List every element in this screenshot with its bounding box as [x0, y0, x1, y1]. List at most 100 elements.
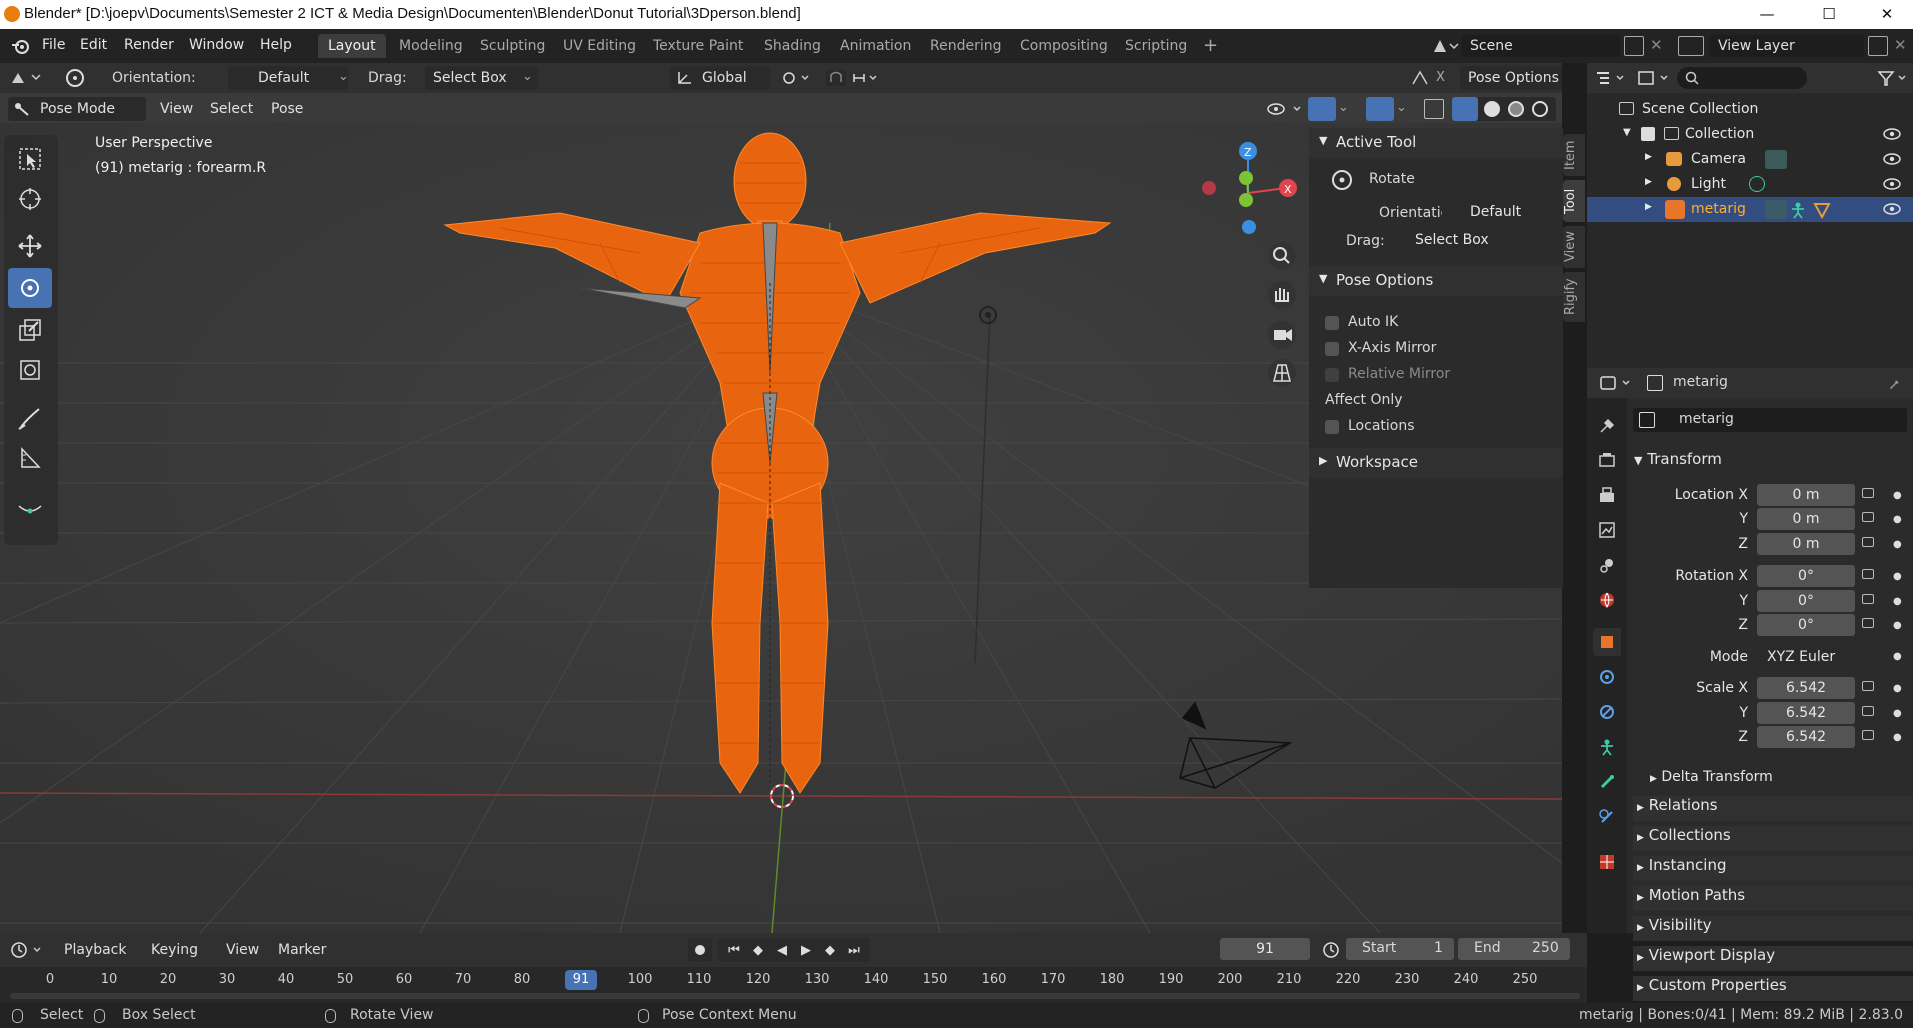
orientation-dropdown[interactable]: Default — [228, 66, 348, 90]
outliner-item-metarig[interactable]: ▶ metarig — [1587, 197, 1913, 222]
render-properties-tab[interactable] — [1593, 446, 1621, 474]
locations-checkbox[interactable] — [1325, 420, 1339, 434]
physics-properties-tab[interactable] — [1593, 698, 1621, 726]
solid-shading-icon[interactable] — [1484, 101, 1500, 117]
viewport-menu-pose[interactable]: Pose — [263, 97, 311, 121]
pose-icon[interactable] — [1789, 201, 1807, 219]
tab-rigify[interactable]: Rigify — [1563, 272, 1585, 322]
view-layer-properties-tab[interactable] — [1593, 516, 1621, 544]
tab-compositing[interactable]: Compositing — [1010, 34, 1118, 58]
keyframe-dot-icon[interactable]: ● — [1893, 621, 1902, 631]
collection-row[interactable]: ▼ Collection — [1587, 122, 1913, 147]
lock-icon[interactable] — [1862, 512, 1874, 522]
lock-icon[interactable] — [1862, 594, 1874, 604]
world-properties-tab[interactable] — [1593, 586, 1621, 614]
add-workspace-button[interactable]: + — [1193, 34, 1228, 58]
keyframe-dot-icon[interactable]: ● — [1893, 515, 1902, 525]
tool-properties-tab[interactable] — [1593, 412, 1621, 440]
tab-layout[interactable]: Layout — [318, 34, 386, 58]
keyframe-dot-icon[interactable]: ● — [1893, 709, 1902, 719]
keying-menu[interactable]: Keying — [143, 938, 206, 962]
lock-icon[interactable] — [1862, 488, 1874, 498]
measure-tool[interactable] — [8, 438, 52, 478]
end-frame-field[interactable]: End 250 — [1458, 938, 1570, 960]
custom-properties-header[interactable]: ▶ Custom Properties — [1633, 976, 1913, 1001]
visibility-icon[interactable] — [1266, 100, 1306, 118]
location-x-field[interactable]: 0 m — [1757, 484, 1855, 506]
rotate-tool[interactable] — [8, 268, 52, 308]
zoom-icon[interactable] — [1268, 242, 1296, 270]
lock-icon[interactable] — [1862, 681, 1874, 691]
blender-menu-icon[interactable] — [10, 37, 30, 55]
rotate-tool-icon[interactable] — [62, 67, 88, 89]
keyframe-dot-icon[interactable]: ● — [1893, 540, 1902, 550]
pin-icon[interactable] — [1887, 375, 1903, 391]
menu-file[interactable]: File — [42, 37, 65, 53]
rotation-z-field[interactable]: 0° — [1757, 614, 1855, 636]
tab-tool[interactable]: Tool — [1563, 180, 1585, 222]
play-reverse-icon[interactable]: ◀ — [770, 943, 794, 958]
perspective-toggle-icon[interactable] — [1268, 359, 1296, 387]
outliner-item-camera[interactable]: ▶ Camera — [1587, 147, 1913, 172]
expand-arrow-icon[interactable]: ▶ — [1645, 152, 1652, 162]
filter-icon[interactable] — [1877, 69, 1911, 87]
motion-paths-header[interactable]: ▶ Motion Paths — [1633, 886, 1913, 911]
bone-constraint-properties-tab[interactable] — [1593, 803, 1621, 831]
keyframe-dot-icon[interactable]: ● — [1893, 684, 1902, 694]
scale-tool[interactable] — [8, 310, 52, 350]
scene-browse-icon[interactable] — [1430, 36, 1460, 56]
expand-arrow-icon[interactable]: ▶ — [1645, 177, 1652, 187]
eye-icon[interactable] — [1883, 178, 1901, 190]
viewport-display-header[interactable]: ▶ Viewport Display — [1633, 946, 1913, 971]
maximize-button[interactable]: ☐ — [1806, 0, 1852, 29]
tab-uv-editing[interactable]: UV Editing — [553, 34, 646, 58]
tab-rendering[interactable]: Rendering — [920, 34, 1012, 58]
instancing-header[interactable]: ▶ Instancing — [1633, 856, 1913, 881]
xray-toggle-icon[interactable] — [1424, 99, 1444, 119]
auto-ik-checkbox[interactable] — [1325, 316, 1339, 330]
timeline-ruler[interactable]: 0 10 20 30 40 50 60 70 80 91 100 110 120 130 140 150 160… — [0, 967, 1587, 1003]
marker-menu[interactable]: Marker — [270, 938, 334, 962]
delete-scene-icon[interactable]: ✕ — [1650, 36, 1663, 54]
timeline-scrollbar[interactable] — [10, 993, 1580, 999]
object-data-properties-tab[interactable] — [1593, 733, 1621, 761]
rotation-mode-dropdown[interactable]: XYZ Euler — [1757, 646, 1857, 668]
keyframe-dot-icon[interactable]: ● — [1893, 597, 1902, 607]
keyframe-dot-icon[interactable]: ● — [1893, 572, 1902, 582]
tab-modeling[interactable]: Modeling — [389, 34, 473, 58]
jump-keyframe-forward-icon[interactable]: ◆ — [818, 943, 842, 958]
mesh-data-icon[interactable] — [1813, 201, 1831, 219]
expand-arrow-icon[interactable]: ▼ — [1623, 127, 1631, 138]
pose-options-header[interactable]: ▼ Pose Options — [1309, 266, 1563, 296]
playback-menu[interactable]: Playback — [56, 938, 134, 962]
eye-icon[interactable] — [1883, 128, 1901, 140]
drag-dropdown[interactable]: Select Box — [1405, 229, 1557, 251]
timeline-view-menu[interactable]: View — [218, 938, 267, 962]
transform-header[interactable]: ▼ Transform — [1634, 450, 1722, 468]
scene-properties-tab[interactable] — [1593, 551, 1621, 579]
pose-tool[interactable] — [8, 487, 52, 527]
select-box-tool[interactable] — [8, 139, 52, 179]
lock-icon[interactable] — [1862, 569, 1874, 579]
output-properties-tab[interactable] — [1593, 481, 1621, 509]
view-layer-browse-icon[interactable] — [1678, 36, 1704, 56]
tab-texture-paint[interactable]: Texture Paint — [643, 34, 753, 58]
menu-window[interactable]: Window — [189, 37, 244, 53]
delta-transform-header[interactable]: ▶ Delta Transform — [1650, 769, 1773, 785]
scale-z-field[interactable]: 6.542 — [1757, 726, 1855, 748]
properties-editor-icon[interactable] — [1599, 374, 1635, 392]
tab-item[interactable]: Item — [1563, 134, 1585, 176]
object-properties-tab[interactable] — [1593, 628, 1621, 656]
armature-data-icon[interactable] — [1765, 200, 1787, 219]
pose-options-dropdown[interactable]: Pose Options — [1460, 66, 1562, 90]
scene-collection-row[interactable]: Scene Collection — [1587, 97, 1913, 122]
play-icon[interactable]: ▶ — [794, 943, 818, 958]
close-window-button[interactable]: ✕ — [1864, 0, 1910, 29]
view-layer-field[interactable]: View Layer — [1710, 35, 1864, 57]
delete-view-layer-icon[interactable]: ✕ — [1894, 36, 1907, 54]
new-view-layer-icon[interactable] — [1868, 36, 1888, 56]
eye-icon[interactable] — [1883, 153, 1901, 165]
pivot-point-icon[interactable] — [780, 69, 814, 87]
active-tool-header[interactable]: ▼ Active Tool — [1309, 128, 1563, 158]
camera-view-icon[interactable] — [1268, 321, 1296, 349]
